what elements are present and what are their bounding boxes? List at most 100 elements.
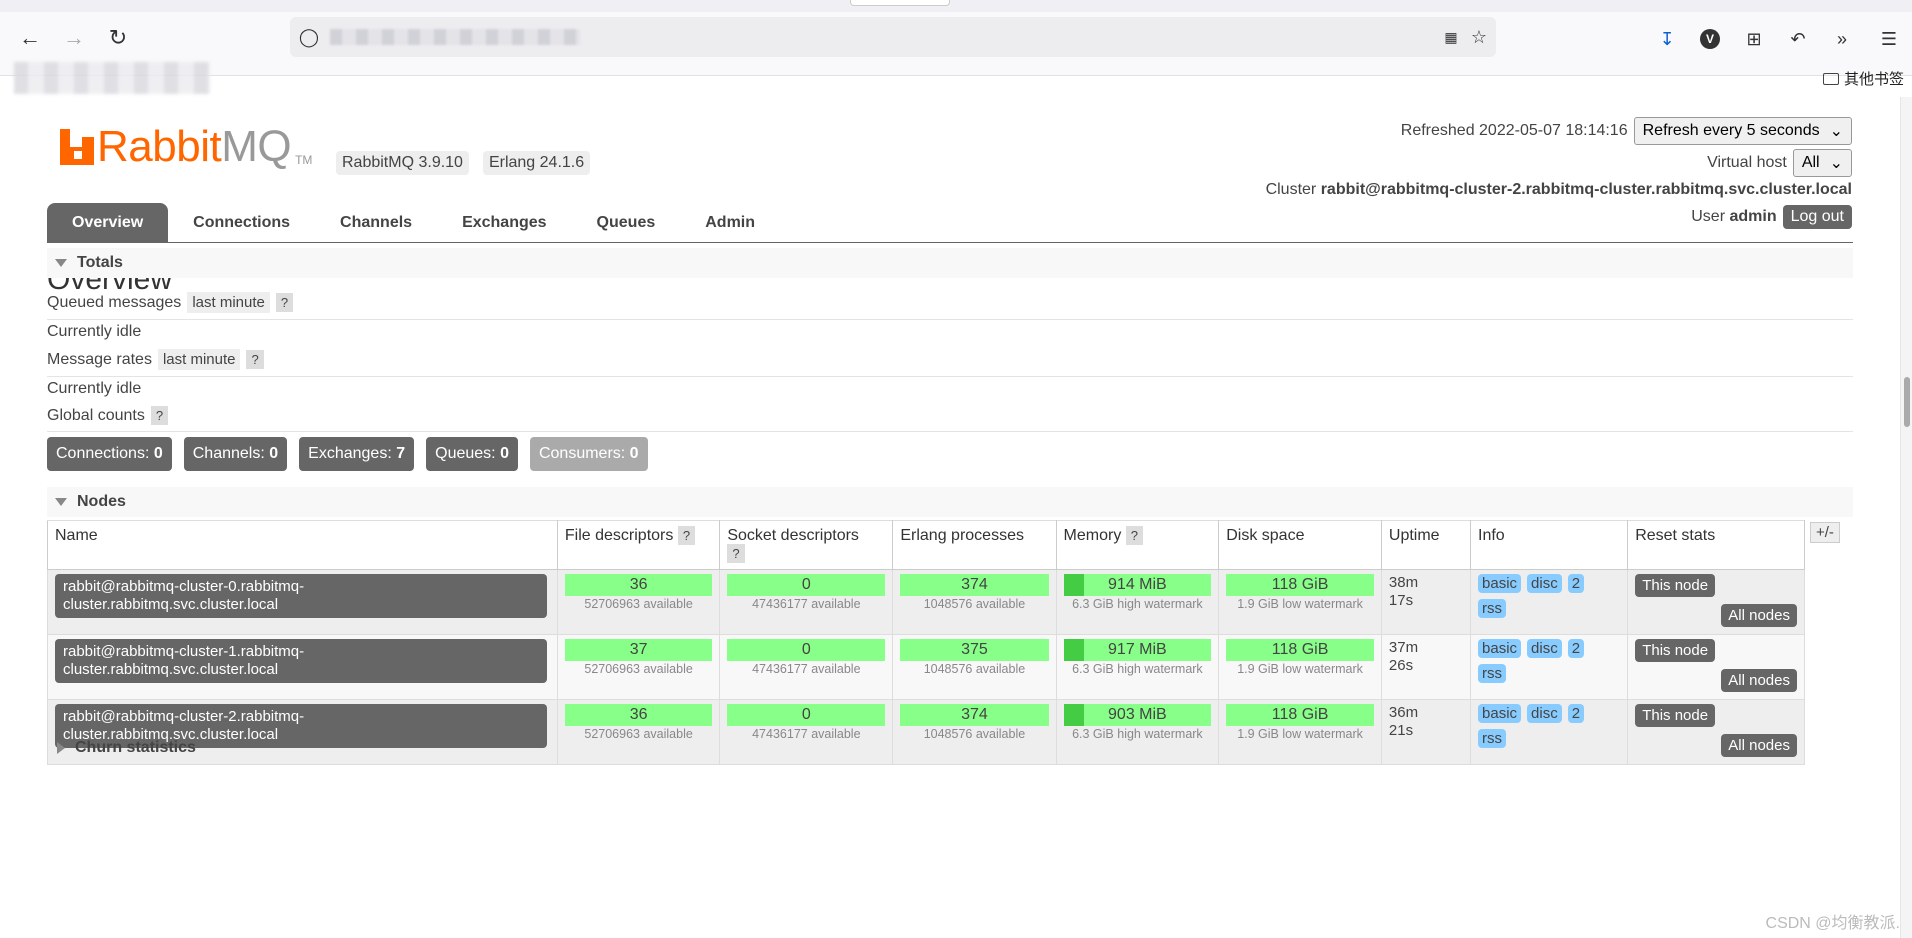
- reset-stats-cell: This node All nodes: [1635, 639, 1797, 695]
- info-tags: basic disc 2 rss: [1478, 639, 1598, 683]
- info-tag-basic[interactable]: basic: [1478, 639, 1522, 658]
- shield-icon[interactable]: ◯: [298, 26, 320, 48]
- col-disk-space: Disk space: [1218, 520, 1382, 570]
- file-descriptors-available: 52706963 available: [584, 727, 693, 741]
- column-toggle-button[interactable]: +/-: [1810, 522, 1840, 543]
- main-nav-tabs: Overview Connections Channels Exchanges …: [47, 203, 1853, 243]
- other-bookmarks[interactable]: 其他书签: [1822, 68, 1904, 89]
- nodes-section-toggle[interactable]: Nodes: [47, 487, 1853, 517]
- logo-wordmark: RabbitMQ: [97, 122, 292, 171]
- other-bookmarks-label: 其他书签: [1843, 71, 1904, 88]
- socket-descriptors-bar: 0: [727, 639, 886, 661]
- expanded-triangle-icon: [55, 498, 67, 506]
- file-descriptors-bar: 36: [564, 574, 713, 596]
- reset-all-nodes-button[interactable]: All nodes: [1721, 734, 1797, 757]
- forward-icon[interactable]: →: [60, 24, 88, 52]
- reset-this-node-button[interactable]: This node: [1635, 574, 1716, 597]
- erlang-processes-bar: 375: [900, 639, 1049, 661]
- disk-watermark: 1.9 GiB low watermark: [1237, 662, 1363, 676]
- tab-overview[interactable]: Overview: [47, 203, 169, 243]
- bookmark-star-icon[interactable]: ☆: [1468, 26, 1490, 48]
- info-tag-basic[interactable]: basic: [1478, 574, 1522, 593]
- socket-descriptors-available: 47436177 available: [752, 662, 861, 676]
- reset-this-node-button[interactable]: This node: [1635, 639, 1716, 662]
- global-counts-row: Global counts ?: [47, 406, 1853, 432]
- uptime-value: 38m 17s: [1388, 574, 1419, 609]
- help-icon[interactable]: ?: [275, 293, 294, 312]
- queued-range-toggle[interactable]: last minute: [187, 292, 270, 313]
- message-rates-row: Message rates last minute ?: [47, 349, 1853, 377]
- info-tag-rss[interactable]: rss: [1478, 729, 1507, 748]
- active-tab[interactable]: [850, 0, 950, 6]
- node-name-link[interactable]: rabbit@rabbitmq-cluster-1.rabbitmq-clust…: [55, 639, 547, 683]
- memory-fill: [1063, 704, 1085, 726]
- info-tag-rss[interactable]: rss: [1478, 599, 1507, 618]
- totals-section-toggle[interactable]: Totals: [47, 248, 1853, 278]
- erlang-processes-available: 1048576 available: [923, 597, 1026, 611]
- col-info: Info: [1470, 520, 1629, 570]
- info-tag-2[interactable]: 2: [1567, 574, 1585, 593]
- help-icon[interactable]: ?: [1125, 526, 1144, 545]
- undo-icon[interactable]: ↶: [1785, 26, 1811, 52]
- reset-all-nodes-button[interactable]: All nodes: [1721, 604, 1797, 627]
- menu-icon[interactable]: ☰: [1876, 26, 1902, 52]
- memory-watermark: 6.3 GiB high watermark: [1072, 727, 1203, 741]
- memory-bar: 917 MiB: [1063, 639, 1212, 661]
- channels-count[interactable]: Channels: 0: [183, 437, 288, 471]
- col-erlang-processes: Erlang processes: [892, 520, 1057, 570]
- connections-count[interactable]: Connections: 0: [47, 437, 172, 471]
- file-descriptors-available: 52706963 available: [584, 597, 693, 611]
- back-icon[interactable]: ←: [16, 24, 44, 52]
- info-tag-2[interactable]: 2: [1567, 704, 1585, 723]
- folder-icon: [1822, 72, 1839, 85]
- help-icon[interactable]: ?: [150, 406, 169, 425]
- info-tag-basic[interactable]: basic: [1478, 704, 1522, 723]
- tab-connections[interactable]: Connections: [168, 203, 315, 243]
- info-tag-rss[interactable]: rss: [1478, 664, 1507, 683]
- crop-icon[interactable]: ⊞: [1741, 26, 1767, 52]
- help-icon[interactable]: ?: [677, 526, 696, 545]
- info-tag-2[interactable]: 2: [1567, 639, 1585, 658]
- rabbitmq-logo[interactable]: RabbitMQ TM: [60, 122, 313, 171]
- download-icon[interactable]: ↧: [1654, 26, 1680, 52]
- tab-channels[interactable]: Channels: [315, 203, 437, 243]
- url-bar[interactable]: ◯ ▦ ☆: [290, 17, 1496, 57]
- file-descriptors-available: 52706963 available: [584, 662, 693, 676]
- message-range-toggle[interactable]: last minute: [157, 349, 241, 370]
- erlang-processes-bar: 374: [900, 704, 1049, 726]
- reset-this-node-button[interactable]: This node: [1635, 704, 1716, 727]
- reload-icon[interactable]: ↻: [104, 24, 132, 52]
- logo-trademark: TM: [295, 153, 313, 167]
- queues-count[interactable]: Queues: 0: [426, 437, 518, 471]
- tab-admin[interactable]: Admin: [680, 203, 780, 243]
- vhost-label: Virtual host: [1707, 154, 1787, 171]
- churn-section-toggle[interactable]: Churn statistics: [57, 739, 196, 757]
- node-name-link[interactable]: rabbit@rabbitmq-cluster-0.rabbitmq-clust…: [55, 574, 547, 618]
- uptime-value: 36m 21s: [1388, 704, 1419, 739]
- vhost-select[interactable]: All ⌄: [1792, 149, 1852, 177]
- exchanges-count[interactable]: Exchanges: 7: [299, 437, 415, 471]
- info-tag-disc[interactable]: disc: [1527, 639, 1562, 658]
- overflow-chevrons-icon[interactable]: »: [1829, 26, 1855, 52]
- socket-descriptors-bar: 0: [727, 704, 886, 726]
- file-descriptors-bar: 36: [564, 704, 713, 726]
- tab-queues[interactable]: Queues: [572, 203, 681, 243]
- info-tag-disc[interactable]: disc: [1527, 704, 1562, 723]
- consumers-count: Consumers: 0: [529, 437, 648, 471]
- help-icon[interactable]: ?: [727, 544, 745, 563]
- reset-stats-cell: This node All nodes: [1635, 574, 1797, 630]
- expanded-triangle-icon: [55, 259, 67, 267]
- help-icon[interactable]: ?: [246, 350, 264, 369]
- bookmarks-blurred: [14, 62, 210, 94]
- table-row: rabbit@rabbitmq-cluster-1.rabbitmq-clust…: [47, 634, 1805, 700]
- reset-all-nodes-button[interactable]: All nodes: [1721, 669, 1797, 692]
- refresh-interval-select[interactable]: Refresh every 5 seconds ⌄: [1633, 117, 1852, 145]
- tab-exchanges[interactable]: Exchanges: [437, 203, 571, 243]
- watermark: CSDN @均衡教派.: [1765, 915, 1900, 932]
- qr-code-icon[interactable]: ▦: [1440, 26, 1462, 48]
- queued-idle-text: Currently idle: [47, 323, 142, 340]
- extension-v-icon[interactable]: V: [1697, 26, 1723, 52]
- info-tag-disc[interactable]: disc: [1527, 574, 1562, 593]
- memory-fill: [1063, 574, 1085, 596]
- disk-space-bar: 118 GiB: [1226, 574, 1374, 596]
